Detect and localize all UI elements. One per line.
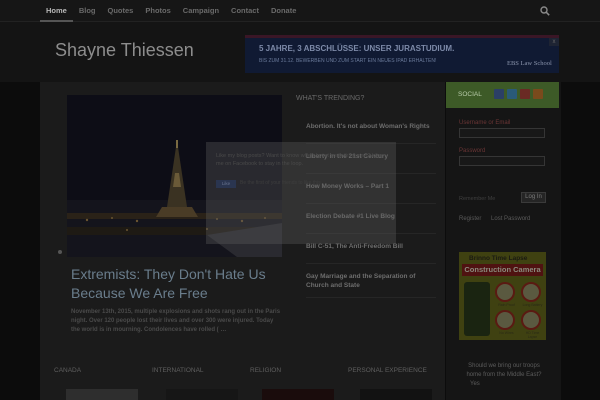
username-label: Username or Email <box>459 120 511 126</box>
login-button[interactable]: Log In <box>521 192 546 203</box>
social-bar: SOCIAL <box>446 82 559 108</box>
poll-question: Should we bring our troops home from the… <box>466 363 542 378</box>
category-thumbnail[interactable] <box>66 389 138 400</box>
popup-fb-text: Be the first of your friends to like thi… <box>240 180 321 186</box>
category-international[interactable]: INTERNATIONAL <box>152 367 238 400</box>
cam-ad-line1: Brinno Time Lapse <box>469 255 528 262</box>
timelapse-icon <box>521 310 541 330</box>
featured-post-title[interactable]: Extremists: They Don't Hate Us Because W… <box>71 265 291 303</box>
camera-ad[interactable]: Brinno Time Lapse Construction Camera Ra… <box>459 252 546 340</box>
facebook-like-button[interactable]: Like <box>216 180 236 188</box>
register-link[interactable]: Register <box>459 216 481 222</box>
category-label[interactable]: CANADA <box>54 367 81 374</box>
category-religion[interactable]: RELIGION <box>250 367 334 400</box>
nav-item-blog[interactable]: Blog <box>73 0 102 22</box>
ad-close-icon[interactable]: x <box>549 38 559 46</box>
camera-device-image <box>464 282 490 336</box>
category-label[interactable]: INTERNATIONAL <box>152 367 204 374</box>
no-wires-icon <box>495 310 515 330</box>
google-plus-icon[interactable] <box>520 89 530 99</box>
slider-dot[interactable] <box>58 250 62 254</box>
sign-label: HD Time Lapse <box>525 331 540 339</box>
rss-icon[interactable] <box>533 89 543 99</box>
nav-item-donate[interactable]: Donate <box>265 0 302 22</box>
cam-ad-line2: Construction Camera <box>462 264 543 276</box>
trending-heading: WHAT'S TRENDING? <box>296 95 365 102</box>
nav-item-home[interactable]: Home <box>40 0 73 22</box>
lost-password-link[interactable]: Lost Password <box>491 216 530 222</box>
category-row: CANADA INTERNATIONAL RELIGION PERSONAL E… <box>54 367 454 400</box>
nav-item-quotes[interactable]: Quotes <box>102 0 140 22</box>
facebook-like-popup[interactable]: Like my blog posts? Want to know when I … <box>206 142 396 244</box>
category-personal-experience[interactable]: PERSONAL EXPERIENCE <box>348 367 432 400</box>
category-thumbnail[interactable] <box>166 389 238 400</box>
login-form: Username or Email Password Remember Me L… <box>459 120 549 222</box>
category-label[interactable]: RELIGION <box>250 367 281 374</box>
trending-item[interactable]: Gay Marriage and the Separation of Churc… <box>306 264 436 298</box>
ad-logo: EBS Law School <box>507 60 552 67</box>
nav-item-photos[interactable]: Photos <box>139 0 176 22</box>
ad-headline: 5 JAHRE, 3 ABSCHLÜSSE: UNSER JURASTUDIUM… <box>259 44 455 53</box>
sign-label: No Wires <box>499 331 514 335</box>
right-sidebar: SOCIAL Username or Email Password Rememb… <box>446 82 561 400</box>
twitter-icon[interactable] <box>507 89 517 99</box>
nav-links: Home Blog Quotes Photos Campaign Contact… <box>40 0 302 22</box>
cam-ad-feature-icons: Rain Proof Long Battery No Wires HD Time… <box>495 282 544 339</box>
header-ad-banner[interactable]: 5 JAHRE, 3 ABSCHLÜSSE: UNSER JURASTUDIUM… <box>245 35 559 73</box>
login-links: Register Lost Password <box>459 216 538 222</box>
rain-proof-icon <box>495 282 515 302</box>
poll-widget: Should we bring our troops home from the… <box>464 362 544 389</box>
featured-post-excerpt: November 13th, 2015, multiple explosions… <box>71 309 281 333</box>
social-label: SOCIAL <box>458 91 482 98</box>
trending-item[interactable]: Abortion. It's not about Woman's Rights <box>306 114 436 144</box>
top-nav: Home Blog Quotes Photos Campaign Contact… <box>0 0 600 22</box>
category-thumbnail[interactable] <box>360 389 432 400</box>
site-header: Shayne Thiessen 5 JAHRE, 3 ABSCHLÜSSE: U… <box>0 22 600 82</box>
category-canada[interactable]: CANADA <box>54 367 138 400</box>
username-field[interactable] <box>459 128 545 138</box>
sign-label: Long Battery <box>522 303 543 307</box>
social-icons <box>494 89 543 99</box>
nav-item-campaign[interactable]: Campaign <box>177 0 225 22</box>
ad-subline: BIS ZUM 31.12. BEWERBEN UND ZUM START EI… <box>259 58 437 64</box>
poll-option-yes[interactable]: Yes <box>470 380 544 389</box>
site-title[interactable]: Shayne Thiessen <box>55 40 194 61</box>
sign-label: Rain Proof <box>498 303 515 307</box>
category-thumbnail[interactable] <box>262 389 334 400</box>
password-label: Password <box>459 148 486 154</box>
battery-icon <box>521 282 541 302</box>
popup-text: Like my blog posts? Want to know when I … <box>216 153 383 167</box>
search-icon[interactable] <box>540 6 550 16</box>
category-label[interactable]: PERSONAL EXPERIENCE <box>348 367 427 374</box>
remember-me-checkbox[interactable]: Remember Me <box>459 196 495 202</box>
password-field[interactable] <box>459 156 545 166</box>
nav-item-contact[interactable]: Contact <box>225 0 265 22</box>
facebook-icon[interactable] <box>494 89 504 99</box>
